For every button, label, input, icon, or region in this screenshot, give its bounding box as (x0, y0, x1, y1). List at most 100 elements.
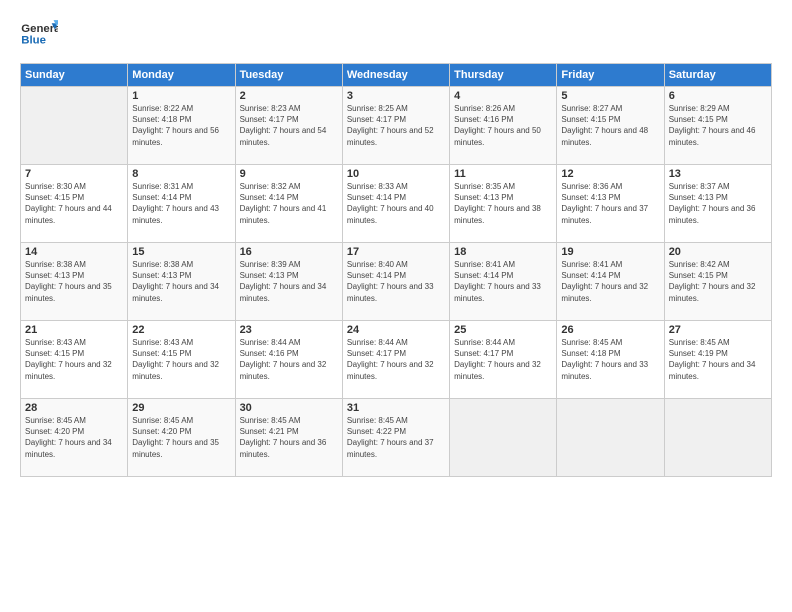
day-number: 5 (561, 90, 659, 102)
calendar-cell: 10Sunrise: 8:33 AMSunset: 4:14 PMDayligh… (342, 165, 449, 243)
header: General Blue (20, 15, 772, 53)
day-number: 21 (25, 324, 123, 336)
day-number: 7 (25, 168, 123, 180)
day-info: Sunrise: 8:44 AMSunset: 4:17 PMDaylight:… (454, 337, 552, 382)
day-number: 28 (25, 402, 123, 414)
calendar-cell (557, 399, 664, 477)
day-info: Sunrise: 8:37 AMSunset: 4:13 PMDaylight:… (669, 181, 767, 226)
day-info: Sunrise: 8:40 AMSunset: 4:14 PMDaylight:… (347, 259, 445, 304)
day-info: Sunrise: 8:23 AMSunset: 4:17 PMDaylight:… (240, 103, 338, 148)
calendar-cell: 24Sunrise: 8:44 AMSunset: 4:17 PMDayligh… (342, 321, 449, 399)
day-info: Sunrise: 8:32 AMSunset: 4:14 PMDaylight:… (240, 181, 338, 226)
day-info: Sunrise: 8:45 AMSunset: 4:21 PMDaylight:… (240, 415, 338, 460)
calendar-cell: 28Sunrise: 8:45 AMSunset: 4:20 PMDayligh… (21, 399, 128, 477)
calendar-cell: 12Sunrise: 8:36 AMSunset: 4:13 PMDayligh… (557, 165, 664, 243)
calendar-cell (664, 399, 771, 477)
day-info: Sunrise: 8:38 AMSunset: 4:13 PMDaylight:… (25, 259, 123, 304)
day-info: Sunrise: 8:26 AMSunset: 4:16 PMDaylight:… (454, 103, 552, 148)
day-info: Sunrise: 8:45 AMSunset: 4:19 PMDaylight:… (669, 337, 767, 382)
day-info: Sunrise: 8:25 AMSunset: 4:17 PMDaylight:… (347, 103, 445, 148)
day-number: 10 (347, 168, 445, 180)
day-info: Sunrise: 8:45 AMSunset: 4:20 PMDaylight:… (132, 415, 230, 460)
day-number: 31 (347, 402, 445, 414)
calendar-cell: 2Sunrise: 8:23 AMSunset: 4:17 PMDaylight… (235, 87, 342, 165)
day-number: 30 (240, 402, 338, 414)
calendar-cell: 1Sunrise: 8:22 AMSunset: 4:18 PMDaylight… (128, 87, 235, 165)
day-number: 6 (669, 90, 767, 102)
day-number: 27 (669, 324, 767, 336)
day-info: Sunrise: 8:27 AMSunset: 4:15 PMDaylight:… (561, 103, 659, 148)
calendar-cell: 6Sunrise: 8:29 AMSunset: 4:15 PMDaylight… (664, 87, 771, 165)
day-number: 20 (669, 246, 767, 258)
calendar-cell: 25Sunrise: 8:44 AMSunset: 4:17 PMDayligh… (450, 321, 557, 399)
day-info: Sunrise: 8:41 AMSunset: 4:14 PMDaylight:… (561, 259, 659, 304)
week-row-3: 14Sunrise: 8:38 AMSunset: 4:13 PMDayligh… (21, 243, 772, 321)
svg-text:Blue: Blue (21, 35, 46, 47)
calendar-cell: 26Sunrise: 8:45 AMSunset: 4:18 PMDayligh… (557, 321, 664, 399)
day-number: 9 (240, 168, 338, 180)
day-number: 19 (561, 246, 659, 258)
day-number: 14 (25, 246, 123, 258)
day-header-friday: Friday (557, 64, 664, 87)
day-info: Sunrise: 8:45 AMSunset: 4:18 PMDaylight:… (561, 337, 659, 382)
calendar-cell: 30Sunrise: 8:45 AMSunset: 4:21 PMDayligh… (235, 399, 342, 477)
calendar-cell: 29Sunrise: 8:45 AMSunset: 4:20 PMDayligh… (128, 399, 235, 477)
day-info: Sunrise: 8:33 AMSunset: 4:14 PMDaylight:… (347, 181, 445, 226)
day-number: 22 (132, 324, 230, 336)
calendar-cell: 13Sunrise: 8:37 AMSunset: 4:13 PMDayligh… (664, 165, 771, 243)
calendar-cell: 15Sunrise: 8:38 AMSunset: 4:13 PMDayligh… (128, 243, 235, 321)
day-header-tuesday: Tuesday (235, 64, 342, 87)
calendar-cell: 27Sunrise: 8:45 AMSunset: 4:19 PMDayligh… (664, 321, 771, 399)
day-number: 17 (347, 246, 445, 258)
day-info: Sunrise: 8:42 AMSunset: 4:15 PMDaylight:… (669, 259, 767, 304)
day-info: Sunrise: 8:35 AMSunset: 4:13 PMDaylight:… (454, 181, 552, 226)
logo: General Blue (20, 15, 58, 53)
day-header-sunday: Sunday (21, 64, 128, 87)
day-info: Sunrise: 8:44 AMSunset: 4:16 PMDaylight:… (240, 337, 338, 382)
day-number: 24 (347, 324, 445, 336)
calendar-cell: 21Sunrise: 8:43 AMSunset: 4:15 PMDayligh… (21, 321, 128, 399)
day-number: 25 (454, 324, 552, 336)
calendar-cell: 16Sunrise: 8:39 AMSunset: 4:13 PMDayligh… (235, 243, 342, 321)
day-info: Sunrise: 8:29 AMSunset: 4:15 PMDaylight:… (669, 103, 767, 148)
day-number: 1 (132, 90, 230, 102)
week-row-5: 28Sunrise: 8:45 AMSunset: 4:20 PMDayligh… (21, 399, 772, 477)
day-number: 26 (561, 324, 659, 336)
calendar-cell: 7Sunrise: 8:30 AMSunset: 4:15 PMDaylight… (21, 165, 128, 243)
day-info: Sunrise: 8:43 AMSunset: 4:15 PMDaylight:… (25, 337, 123, 382)
day-number: 8 (132, 168, 230, 180)
calendar-cell: 5Sunrise: 8:27 AMSunset: 4:15 PMDaylight… (557, 87, 664, 165)
day-number: 16 (240, 246, 338, 258)
calendar-cell: 23Sunrise: 8:44 AMSunset: 4:16 PMDayligh… (235, 321, 342, 399)
calendar-cell: 19Sunrise: 8:41 AMSunset: 4:14 PMDayligh… (557, 243, 664, 321)
day-header-monday: Monday (128, 64, 235, 87)
calendar-cell: 4Sunrise: 8:26 AMSunset: 4:16 PMDaylight… (450, 87, 557, 165)
day-info: Sunrise: 8:45 AMSunset: 4:22 PMDaylight:… (347, 415, 445, 460)
day-number: 23 (240, 324, 338, 336)
calendar-cell: 17Sunrise: 8:40 AMSunset: 4:14 PMDayligh… (342, 243, 449, 321)
day-header-wednesday: Wednesday (342, 64, 449, 87)
svg-text:General: General (21, 23, 58, 35)
day-number: 29 (132, 402, 230, 414)
day-header-saturday: Saturday (664, 64, 771, 87)
day-header-thursday: Thursday (450, 64, 557, 87)
day-number: 15 (132, 246, 230, 258)
day-number: 3 (347, 90, 445, 102)
calendar-cell: 22Sunrise: 8:43 AMSunset: 4:15 PMDayligh… (128, 321, 235, 399)
day-number: 18 (454, 246, 552, 258)
calendar-cell: 20Sunrise: 8:42 AMSunset: 4:15 PMDayligh… (664, 243, 771, 321)
day-info: Sunrise: 8:43 AMSunset: 4:15 PMDaylight:… (132, 337, 230, 382)
calendar-cell: 3Sunrise: 8:25 AMSunset: 4:17 PMDaylight… (342, 87, 449, 165)
day-info: Sunrise: 8:22 AMSunset: 4:18 PMDaylight:… (132, 103, 230, 148)
day-info: Sunrise: 8:45 AMSunset: 4:20 PMDaylight:… (25, 415, 123, 460)
day-info: Sunrise: 8:30 AMSunset: 4:15 PMDaylight:… (25, 181, 123, 226)
week-row-1: 1Sunrise: 8:22 AMSunset: 4:18 PMDaylight… (21, 87, 772, 165)
day-number: 2 (240, 90, 338, 102)
day-info: Sunrise: 8:36 AMSunset: 4:13 PMDaylight:… (561, 181, 659, 226)
day-info: Sunrise: 8:41 AMSunset: 4:14 PMDaylight:… (454, 259, 552, 304)
calendar-cell: 31Sunrise: 8:45 AMSunset: 4:22 PMDayligh… (342, 399, 449, 477)
logo-icon: General Blue (20, 15, 58, 53)
day-info: Sunrise: 8:44 AMSunset: 4:17 PMDaylight:… (347, 337, 445, 382)
day-number: 12 (561, 168, 659, 180)
calendar-cell (450, 399, 557, 477)
